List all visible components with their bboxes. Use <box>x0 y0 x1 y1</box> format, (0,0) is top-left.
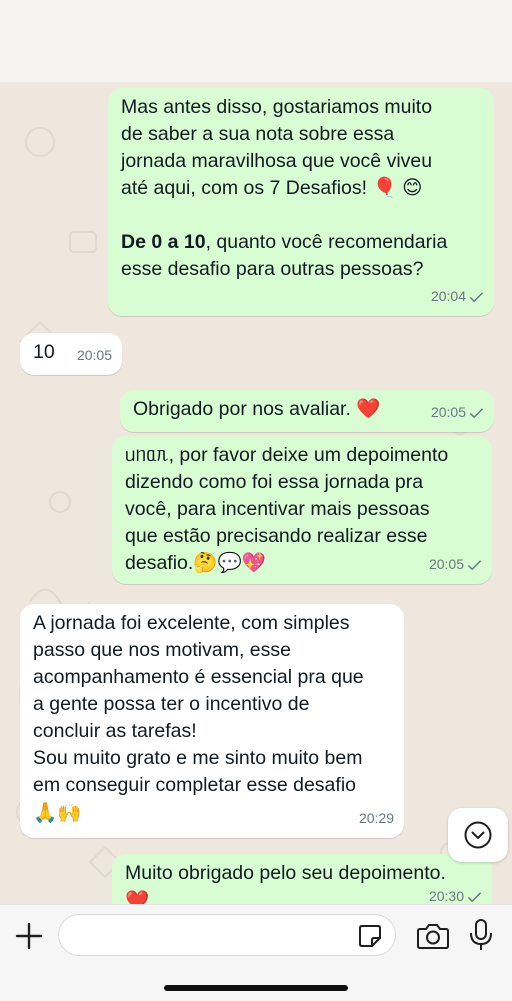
message-line: desafio.🤔💬💖 <box>125 552 267 574</box>
check-icon <box>469 291 484 302</box>
check-icon <box>469 407 484 418</box>
message-line-bold: De 0 a 10, quanto você recomendaria <box>121 229 482 256</box>
check-icon <box>467 559 482 570</box>
message-time: 20:05 <box>430 404 466 420</box>
message-bubble-outgoing[interactable]: Mas antes disso, gostariamos muito de sa… <box>108 88 494 316</box>
message-line: acompanhamento é essencial pra que <box>33 666 364 688</box>
bold-text: De 0 a 10 <box>121 231 206 253</box>
chevron-down-circle-icon <box>464 821 492 849</box>
message-bubble-incoming[interactable]: 10 20:05 <box>20 333 122 375</box>
sticker-icon[interactable] <box>357 923 383 949</box>
message-line: 🙏🙌 <box>33 801 82 824</box>
message-line: a gente possa ter o incentivo de <box>33 693 310 715</box>
message-line: até aqui, com os 7 Desafios! 🎈 😊 <box>121 177 423 199</box>
composer-bar <box>0 904 512 1001</box>
home-indicator <box>164 985 348 991</box>
message-line: ᥙᥒᥲᥰ, por favor deixe um depoimento <box>125 444 449 466</box>
message-line: Sou muito grato e me sinto muito bem <box>33 747 363 769</box>
message-bubble-outgoing[interactable]: Muito obrigado pelo seu depoimento. ❤️ 2… <box>112 854 492 904</box>
message-line: de saber a sua nota sobre essa <box>121 123 395 145</box>
message-line-rest: , quanto você recomendaria <box>205 231 448 253</box>
check-icon <box>467 891 482 902</box>
message-bubble-outgoing[interactable]: ᥙᥒᥲᥰ, por favor deixe um depoimento dize… <box>112 436 492 584</box>
message-meta: 20:05 <box>429 551 482 578</box>
plus-icon[interactable] <box>14 921 44 951</box>
message-time: 20:05 <box>76 347 112 363</box>
message-bubble-outgoing[interactable]: Obrigado por nos avaliar. ❤️ 20:05 <box>120 390 494 432</box>
message-line: esse desafio para outras pessoas? <box>121 258 424 280</box>
message-meta: 20:29 <box>359 805 394 832</box>
message-text: Obrigado por nos avaliar. ❤️ <box>133 398 381 420</box>
microphone-icon[interactable] <box>468 918 494 952</box>
chat-area[interactable]: Mas antes disso, gostariamos muito de sa… <box>0 82 512 904</box>
message-line: Mas antes disso, gostariamos muito <box>121 96 433 118</box>
message-line: em conseguir completar esse desafio <box>33 774 356 796</box>
message-time: 20:30 <box>428 888 464 904</box>
message-line: que estão precisando realizar esse <box>125 525 428 547</box>
message-line: ❤️ <box>125 889 150 904</box>
message-time: 20:04 <box>430 288 466 304</box>
message-meta: 20:04 <box>431 283 484 310</box>
message-time: 20:29 <box>358 810 394 826</box>
camera-icon[interactable] <box>416 921 450 951</box>
message-meta: 20:05 <box>77 342 112 369</box>
message-time: 20:05 <box>428 556 464 572</box>
message-line: A jornada foi excelente, com simples <box>33 612 350 634</box>
message-line: dizendo como foi essa jornada pra <box>125 471 424 493</box>
message-line: você, para incentivar mais pessoas <box>125 498 430 520</box>
message-line: passo que nos motivam, esse <box>33 639 291 661</box>
message-line: concluir as tarefas! <box>33 720 197 742</box>
message-meta: 20:05 <box>431 399 484 426</box>
message-line: jornada maravilhosa que você viveu <box>121 150 433 172</box>
message-input[interactable] <box>58 914 396 956</box>
message-line: Muito obrigado pelo seu depoimento. <box>125 862 446 884</box>
scroll-to-bottom-button[interactable] <box>448 808 508 862</box>
message-line-empty <box>121 202 482 229</box>
message-bubble-incoming[interactable]: A jornada foi excelente, com simples pas… <box>20 604 404 838</box>
header-area <box>0 0 512 82</box>
message-meta: 20:30 <box>429 883 482 904</box>
